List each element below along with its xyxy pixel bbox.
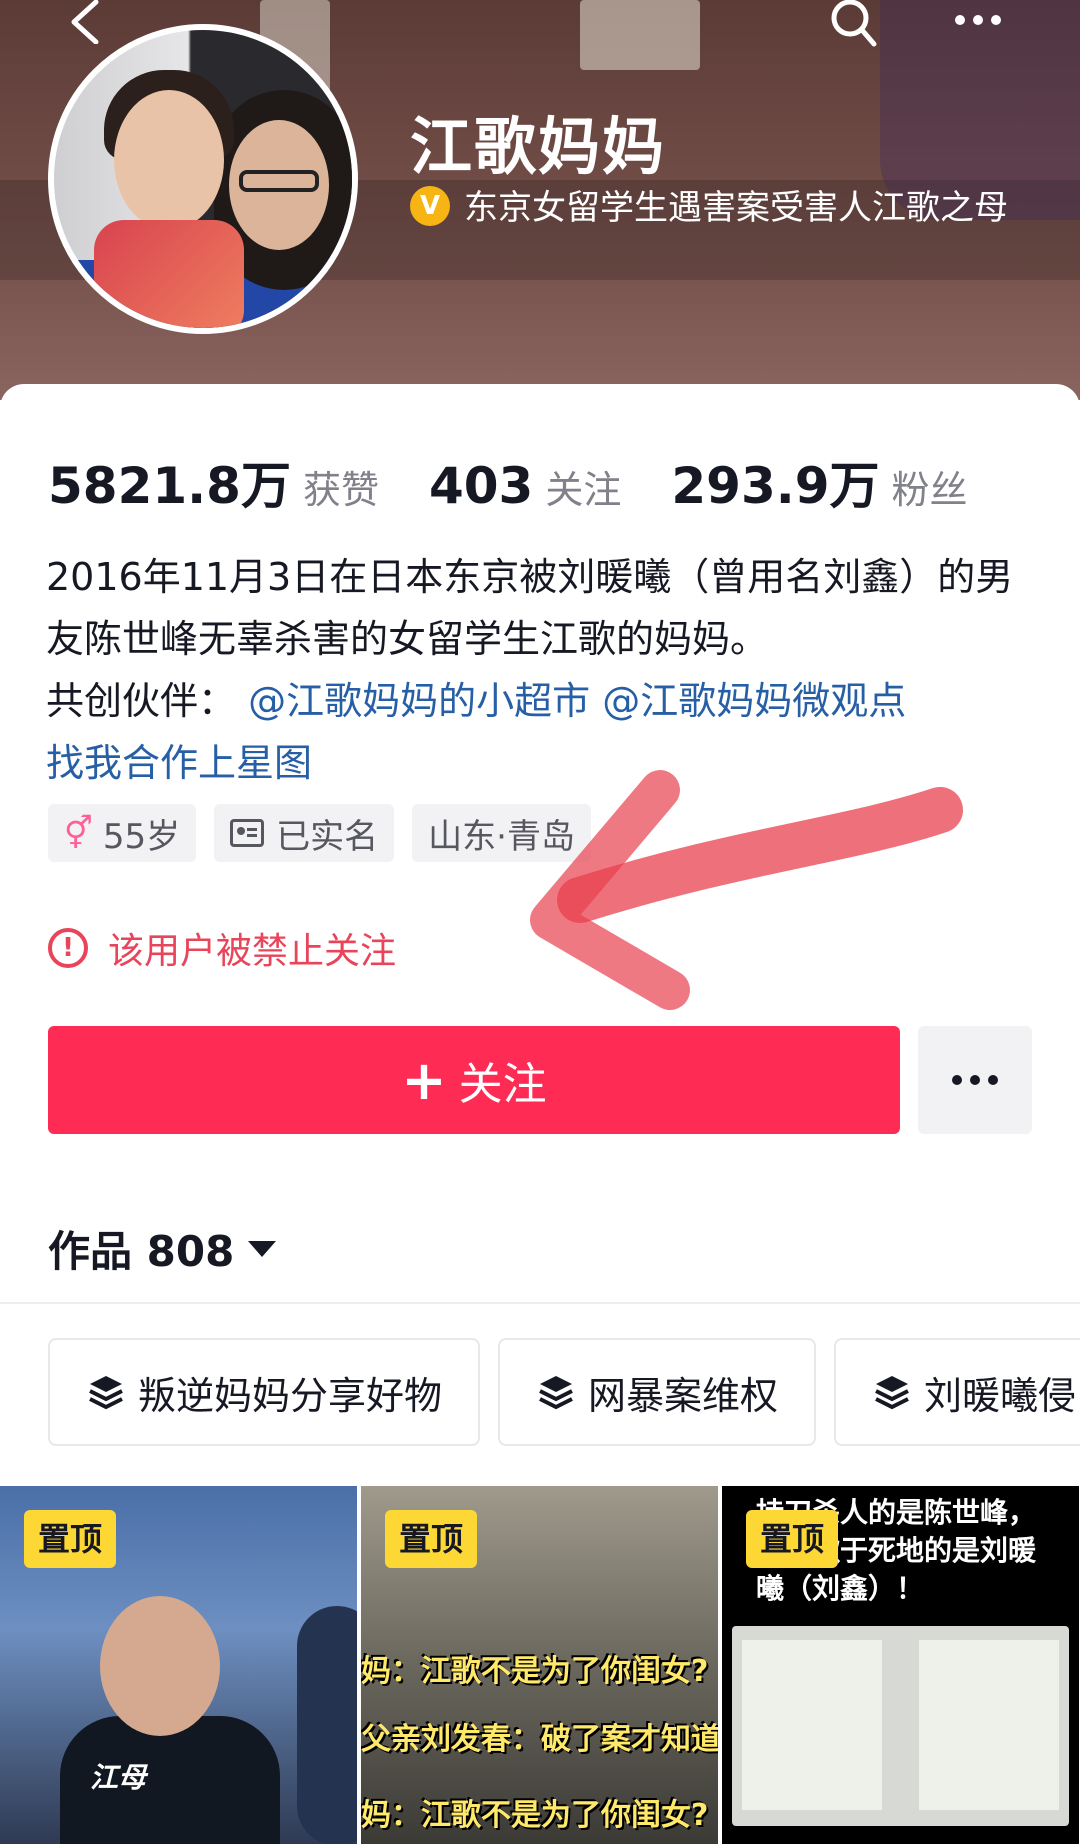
- pinned-badge: 置顶: [746, 1510, 839, 1568]
- video-caption: 江母: [90, 1761, 147, 1794]
- video-thumbnail[interactable]: 江母 置顶: [0, 1486, 357, 1844]
- collection-label: 网暴案维权: [588, 1373, 779, 1418]
- profile-tags: ⚥ 55岁 已实名 山东·青岛: [48, 804, 591, 862]
- following-label[interactable]: 关注: [545, 459, 621, 514]
- likes-label: 获赞: [302, 468, 379, 512]
- collection-label: 叛逆妈妈分享好物: [138, 1373, 443, 1418]
- plus-icon: +: [401, 1048, 447, 1112]
- id-card-icon: [230, 819, 265, 847]
- section-divider: [0, 1302, 1080, 1304]
- alert-icon: !: [48, 928, 88, 968]
- followers-label[interactable]: 粉丝: [892, 459, 968, 514]
- video-thumbnail[interactable]: 妈：江歌不是为了你闺女? 父亲刘发春：破了案才知道 妈：江歌不是为了你闺女? 置…: [361, 1486, 718, 1844]
- profile-bio: 2016年11月3日在日本东京被刘暖曦（曾用名刘鑫）的男友陈世峰无辜杀害的女留学…: [46, 546, 1046, 794]
- pinned-badge: 置顶: [24, 1510, 117, 1568]
- partner-link-views[interactable]: @江歌妈妈微观点: [602, 679, 906, 723]
- avatar[interactable]: [48, 24, 358, 334]
- dropdown-caret-icon: [248, 1240, 277, 1257]
- partners-prefix: 共创伙伴：: [46, 679, 237, 723]
- collections-row: 叛逆妈妈分享好物 网暴案维权 刘暖曦侵: [48, 1338, 1080, 1446]
- followers-count[interactable]: 293.9万: [671, 446, 879, 518]
- layers-icon: [539, 1376, 573, 1410]
- search-icon[interactable]: [826, 0, 882, 50]
- video-caption-line: 妈：江歌不是为了你闺女?: [361, 1654, 709, 1689]
- works-tab-label: 作品 808: [48, 1227, 235, 1276]
- follow-ban-notice: ! 该用户被禁止关注: [48, 922, 396, 974]
- video-caption-line: 父亲刘发春：破了案才知道: [361, 1722, 718, 1757]
- age-label: 55岁: [102, 816, 181, 857]
- more-actions-button[interactable]: [918, 1026, 1032, 1134]
- collection-label: 刘暖曦侵: [924, 1373, 1077, 1418]
- video-caption-line: 妈：江歌不是为了你闺女?: [361, 1798, 709, 1833]
- age-tag: ⚥ 55岁: [48, 804, 197, 862]
- pinned-badge: 置顶: [385, 1510, 478, 1568]
- more-options-icon[interactable]: [955, 8, 1015, 32]
- follow-ban-text: 该用户被禁止关注: [108, 931, 397, 972]
- profile-stats: 5821.8万 获赞 403 关注 293.9万 粉丝: [48, 446, 1018, 518]
- follow-button[interactable]: + 关注: [48, 1026, 900, 1134]
- collection-chip[interactable]: 刘暖曦侵: [834, 1338, 1080, 1446]
- back-arrow-icon[interactable]: [66, 0, 126, 56]
- partner-link-store[interactable]: @江歌妈妈的小超市: [248, 679, 590, 723]
- bio-partners: 共创伙伴： @江歌妈妈的小超市 @江歌妈妈微观点: [46, 670, 1046, 732]
- video-thumbnail[interactable]: 持刀杀人的是陈世峰，置江歌于死地的是刘暖曦（刘鑫）！ 置顶: [722, 1486, 1079, 1844]
- video-grid: 江母 置顶 妈：江歌不是为了你闺女? 父亲刘发春：破了案才知道 妈：江歌不是为了…: [0, 1486, 1080, 1844]
- works-tab[interactable]: 作品 808: [48, 1218, 277, 1279]
- verification-description: 东京女留学生遇害案受害人江歌之母: [464, 188, 1008, 228]
- bio-text: 2016年11月3日在日本东京被刘暖曦（曾用名刘鑫）的男友陈世峰无辜杀害的女留学…: [46, 555, 1014, 661]
- red-annotation-arrow: [530, 770, 963, 1010]
- profile-username: 江歌妈妈: [410, 110, 667, 183]
- collection-chip[interactable]: 叛逆妈妈分享好物: [48, 1338, 481, 1446]
- layers-icon: [89, 1376, 123, 1410]
- following-count[interactable]: 403: [429, 457, 533, 515]
- layers-icon: [875, 1376, 909, 1410]
- chat-screenshot-image: [732, 1626, 1069, 1826]
- real-name-tag: 已实名: [214, 804, 395, 862]
- female-gender-icon: ⚥: [64, 814, 93, 852]
- real-name-label: 已实名: [276, 816, 379, 857]
- follow-button-label: 关注: [458, 1059, 547, 1110]
- likes-count: 5821.8万: [48, 457, 291, 515]
- collection-chip[interactable]: 网暴案维权: [498, 1338, 817, 1446]
